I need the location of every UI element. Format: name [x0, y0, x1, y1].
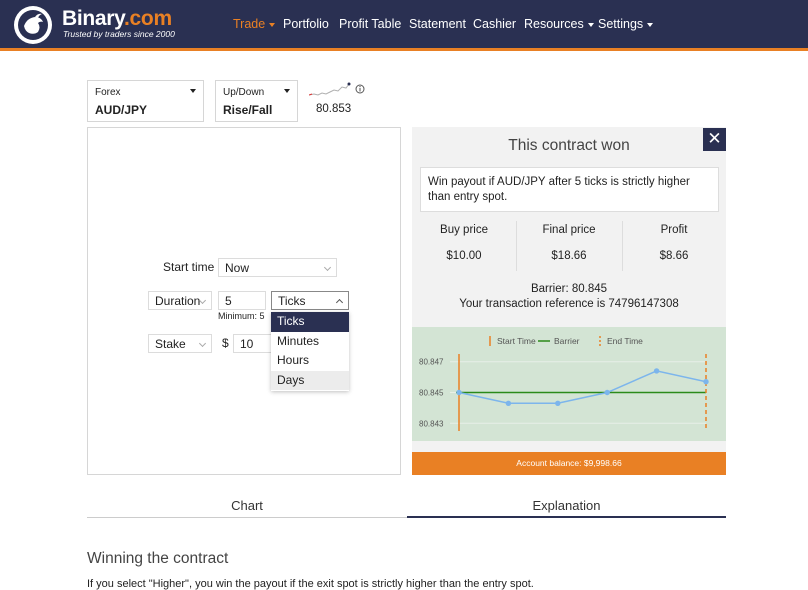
- final-price-label: Final price: [542, 224, 596, 236]
- bull-logo-icon: [18, 10, 48, 40]
- option-minutes[interactable]: Minutes: [271, 332, 349, 352]
- binary-logo[interactable]: [14, 6, 52, 44]
- stake-type-select[interactable]: Stake: [148, 334, 212, 353]
- market-symbol: AUD/JPY: [95, 103, 148, 117]
- transaction-reference: Your transaction reference is 7479614730…: [459, 298, 679, 310]
- stake-amount-input[interactable]: 10: [233, 334, 273, 353]
- tick-point: [505, 400, 512, 406]
- result-title: This contract won: [508, 137, 630, 154]
- dropdown-arrow-icon: [190, 89, 196, 93]
- chevron-down-icon: [269, 22, 276, 27]
- y-tick-label: 80.847: [419, 358, 444, 367]
- explanation-body: If you select "Higher", you win the payo…: [87, 578, 534, 590]
- tick-chart: Start Time Barrier End Time 80.847 80.845 80…: [412, 327, 726, 441]
- y-tick-label: 80.843: [419, 419, 444, 428]
- stake-label: Stake: [155, 337, 186, 351]
- duration-unit-value: Ticks: [278, 294, 306, 308]
- chevron-down-icon: [323, 263, 332, 272]
- duration-unit-select[interactable]: Ticks: [271, 291, 349, 310]
- nav-resources[interactable]: Resources: [524, 17, 594, 31]
- start-time-label: Start time: [163, 260, 215, 274]
- duration-type-select[interactable]: Duration: [148, 291, 212, 310]
- legend-label: Barrier: [554, 336, 580, 346]
- tick-point: [653, 368, 660, 374]
- spot-price: 80.853: [316, 103, 352, 115]
- tab-chart[interactable]: Chart: [87, 498, 407, 513]
- final-price-value: $18.66: [551, 250, 587, 262]
- chevron-down-icon: [198, 339, 207, 348]
- column-divider: [622, 221, 623, 271]
- profit-label: Profit: [660, 224, 688, 236]
- dropdown-arrow-icon: [284, 89, 290, 93]
- duration-label: Duration: [155, 294, 201, 308]
- nav-settings[interactable]: Settings: [598, 17, 654, 31]
- tab-underline: [87, 517, 407, 518]
- tab-explanation[interactable]: Explanation: [407, 498, 726, 513]
- duration-unit-dropdown: Ticks Minutes Hours Days: [271, 312, 349, 391]
- nav-portfolio[interactable]: Portfolio: [283, 17, 329, 31]
- account-balance: Account balance: $9,998.66: [412, 452, 726, 475]
- column-divider: [516, 221, 517, 271]
- market-selector[interactable]: Forex AUD/JPY: [87, 80, 204, 122]
- series-line: [458, 370, 707, 405]
- buy-price-value: $10.00: [446, 250, 482, 262]
- explanation-heading: Winning the contract: [87, 550, 229, 567]
- chevron-down-icon: [647, 22, 654, 27]
- option-ticks[interactable]: Ticks: [271, 312, 349, 332]
- start-time-select[interactable]: Now: [218, 258, 337, 277]
- info-icon[interactable]: [355, 84, 365, 94]
- currency-symbol: $: [222, 336, 229, 350]
- legend-label: Start Time: [497, 336, 536, 346]
- y-tick-label: 80.845: [419, 389, 444, 398]
- trade-type-selector[interactable]: Up/Down Rise/Fall: [215, 80, 298, 122]
- buy-price-label: Buy price: [440, 224, 488, 236]
- nav-trade[interactable]: Trade: [233, 17, 276, 31]
- tick-point: [555, 400, 561, 406]
- tick-chart-svg: Start Time Barrier End Time 80.847 80.845 80…: [419, 336, 709, 431]
- option-days[interactable]: Days: [271, 370, 349, 390]
- duration-amount-input[interactable]: 5: [218, 291, 266, 310]
- header-accent-stripe: [0, 48, 808, 51]
- nav-profit-table[interactable]: Profit Table: [339, 17, 401, 31]
- legend-label: End Time: [607, 336, 643, 346]
- chevron-up-icon: [335, 298, 344, 307]
- nav-cashier[interactable]: Cashier: [473, 17, 516, 31]
- tab-underline-active: [407, 516, 726, 518]
- option-hours[interactable]: Hours: [271, 351, 349, 371]
- spot-sparkline: [309, 82, 351, 96]
- market-category: Forex: [95, 87, 121, 98]
- tick-point: [456, 389, 462, 396]
- trade-type-category: Up/Down: [223, 87, 265, 98]
- contract-description: Win payout if AUD/JPY after 5 ticks is s…: [420, 167, 719, 212]
- nav-statement[interactable]: Statement: [409, 17, 466, 31]
- brand-tagline: Trusted by traders since 2000: [63, 29, 175, 39]
- trade-type: Rise/Fall: [223, 103, 273, 117]
- chevron-down-icon: [587, 22, 594, 27]
- start-time-value: Now: [225, 261, 250, 275]
- brand-name[interactable]: Binary.com: [62, 7, 172, 31]
- tick-point: [604, 389, 610, 396]
- barrier-text: Barrier: 80.845: [530, 283, 608, 295]
- duration-minimum-hint: Minimum: 5: [218, 311, 265, 321]
- tick-point: [703, 379, 709, 385]
- profit-value: $8.66: [659, 250, 689, 262]
